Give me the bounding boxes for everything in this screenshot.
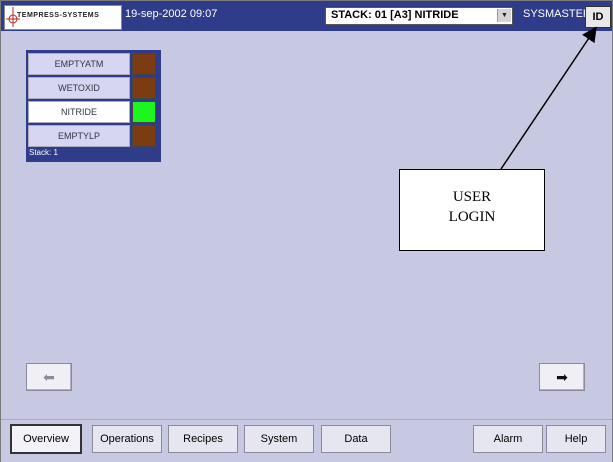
- callout-line-2: LOGIN: [448, 209, 496, 225]
- app-window: TEMPRESS-SYSTEMS 19-sep-2002 09:07 STACK…: [0, 0, 613, 462]
- tab-help[interactable]: Help: [546, 425, 606, 453]
- tab-alarm[interactable]: Alarm: [473, 425, 543, 453]
- tab-data[interactable]: Data: [321, 425, 391, 453]
- user-login-callout: USER LOGIN: [399, 169, 545, 251]
- arrow-right-icon: ➡: [556, 369, 568, 385]
- previous-button[interactable]: ⬅: [26, 363, 72, 391]
- arrow-left-icon: ⬅: [43, 369, 55, 385]
- tab-overview[interactable]: Overview: [10, 424, 82, 454]
- callout-line-1: USER: [452, 189, 492, 205]
- tab-system[interactable]: System: [244, 425, 314, 453]
- tab-operations[interactable]: Operations: [92, 425, 162, 453]
- next-button[interactable]: ➡: [539, 363, 585, 391]
- tab-recipes[interactable]: Recipes: [168, 425, 238, 453]
